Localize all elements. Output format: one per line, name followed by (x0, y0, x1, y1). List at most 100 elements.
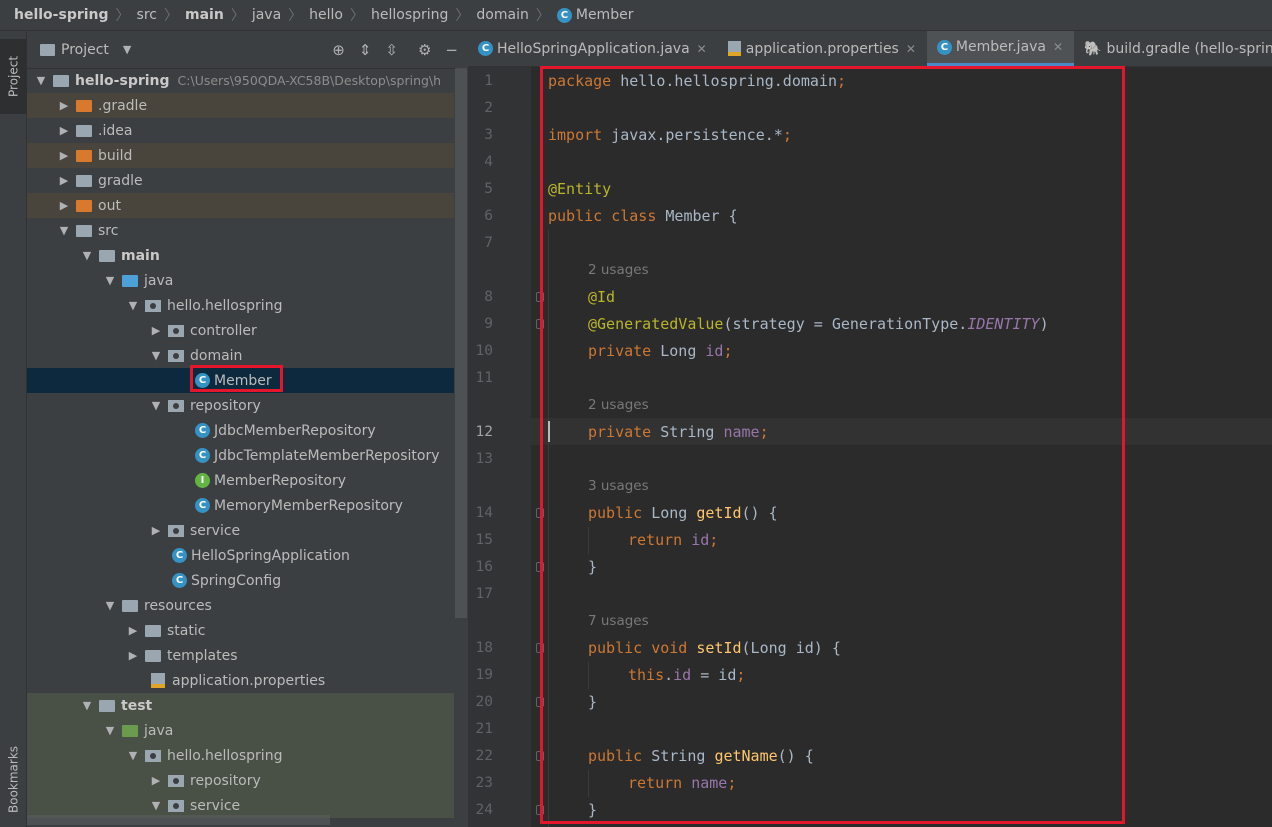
tree-item-gradle-dir[interactable]: ▶ .gradle (27, 93, 454, 118)
tree-item-static[interactable]: ▶ static (27, 618, 454, 643)
line-number[interactable]: 19 (468, 662, 493, 689)
tree-item-controller[interactable]: ▶ controller (27, 318, 454, 343)
line-number[interactable]: 1 (468, 68, 493, 95)
tree-item-jdbc-template-repo[interactable]: C JdbcTemplateMemberRepository (27, 443, 454, 468)
chevron-down-icon[interactable]: ▼ (102, 274, 118, 287)
line-number[interactable]: 20 (468, 689, 493, 716)
line-number[interactable]: 13 (468, 446, 493, 473)
line-number[interactable]: 5 (468, 176, 493, 203)
chevron-down-icon[interactable]: ▼ (102, 599, 118, 612)
project-vertical-scrollbar[interactable] (455, 68, 467, 618)
gear-icon[interactable]: ⚙ (418, 41, 431, 59)
tree-item-templates[interactable]: ▶ templates (27, 643, 454, 668)
project-tool-tab[interactable]: Project (0, 39, 27, 114)
line-number[interactable]: 6 (468, 203, 493, 230)
tree-item-resources[interactable]: ▼ resources (27, 593, 454, 618)
breadcrumb-domain[interactable]: domain (476, 7, 528, 23)
line-number[interactable]: 14 (468, 500, 493, 527)
chevron-down-icon[interactable]: ▼ (148, 349, 164, 362)
chevron-right-icon[interactable]: ▶ (125, 624, 141, 637)
line-number[interactable]: 7 (468, 230, 493, 257)
chevron-right-icon[interactable]: ▶ (56, 124, 72, 137)
tree-item-out[interactable]: ▶ out (27, 193, 454, 218)
close-icon[interactable]: ✕ (906, 42, 916, 56)
tab-application-properties[interactable]: application.properties ✕ (718, 31, 927, 66)
chevron-down-icon[interactable]: ▼ (79, 699, 95, 712)
tree-item-repository[interactable]: ▼ repository (27, 393, 454, 418)
tree-item-service[interactable]: ▶ service (27, 518, 454, 543)
line-number[interactable]: 17 (468, 581, 493, 608)
line-number[interactable]: 9 (468, 311, 493, 338)
line-number[interactable]: 4 (468, 149, 493, 176)
close-icon[interactable]: ✕ (697, 42, 707, 56)
line-number[interactable]: 11 (468, 365, 493, 392)
tree-item-hello-spring-app[interactable]: C HelloSpringApplication (27, 543, 454, 568)
close-icon[interactable]: ✕ (1053, 40, 1063, 54)
tree-item-member-repository[interactable]: I MemberRepository (27, 468, 454, 493)
tab-build-gradle[interactable]: 🐘build.gradle (hello-spring)✕ (1074, 31, 1272, 66)
chevron-right-icon[interactable]: ▶ (125, 649, 141, 662)
bookmarks-tool-tab[interactable]: Bookmarks (0, 739, 27, 819)
tree-item-test-package[interactable]: ▼ hello.hellospring (27, 743, 454, 768)
hide-icon[interactable]: − (445, 41, 458, 59)
breadcrumb-hello[interactable]: hello (309, 7, 343, 23)
chevron-right-icon[interactable]: ▶ (148, 524, 164, 537)
line-number[interactable]: 21 (468, 716, 493, 743)
tab-member-java[interactable]: C Member.java ✕ (926, 31, 1075, 66)
tree-item-app-properties[interactable]: application.properties (27, 668, 454, 693)
tree-item-spring-config[interactable]: C SpringConfig (27, 568, 454, 593)
tree-item-test-java[interactable]: ▼ java (27, 718, 454, 743)
chevron-right-icon[interactable]: ▶ (148, 774, 164, 787)
tree-item-main[interactable]: ▼ main (27, 243, 454, 268)
line-number[interactable]: 18 (468, 635, 493, 662)
tree-item-package[interactable]: ▼ hello.hellospring (27, 293, 454, 318)
tree-item-test-repository[interactable]: ▶ repository (27, 768, 454, 793)
chevron-down-icon[interactable]: ▼ (123, 43, 131, 56)
chevron-down-icon[interactable]: ▼ (125, 749, 141, 762)
project-horizontal-scrollbar[interactable] (27, 815, 330, 825)
project-view-selector[interactable]: Project (61, 42, 109, 58)
chevron-right-icon[interactable]: ▶ (56, 149, 72, 162)
tree-item-java[interactable]: ▼ java (27, 268, 454, 293)
tree-item-idea[interactable]: ▶ .idea (27, 118, 454, 143)
chevron-down-icon[interactable]: ▼ (102, 724, 118, 737)
chevron-down-icon[interactable]: ▼ (56, 224, 72, 237)
tree-root[interactable]: ▼ hello-spring C:\Users\950QDA-XC58B\Deskt… (27, 68, 454, 93)
breadcrumb-src[interactable]: src (137, 7, 157, 23)
line-number[interactable]: 23 (468, 770, 493, 797)
tree-item-memory-repo[interactable]: C MemoryMemberRepository (27, 493, 454, 518)
package-icon (168, 774, 184, 787)
chevron-down-icon[interactable]: ▼ (148, 799, 164, 812)
line-number[interactable]: 10 (468, 338, 493, 365)
line-number[interactable]: 16 (468, 554, 493, 581)
line-number[interactable]: 8 (468, 284, 493, 311)
tree-item-test[interactable]: ▼ test (27, 693, 454, 718)
tree-item-build[interactable]: ▶ build (27, 143, 454, 168)
chevron-right-icon[interactable]: ▶ (56, 174, 72, 187)
breadcrumb-java[interactable]: java (252, 7, 281, 23)
breadcrumb-project[interactable]: hello-spring (14, 7, 109, 23)
tree-item-gradle[interactable]: ▶ gradle (27, 168, 454, 193)
line-number[interactable]: 12 (468, 419, 493, 446)
breadcrumb-hellospring[interactable]: hellospring (371, 7, 448, 23)
chevron-down-icon[interactable]: ▼ (33, 74, 49, 87)
line-number[interactable]: 15 (468, 527, 493, 554)
breadcrumb-main[interactable]: main (185, 7, 224, 23)
tab-hello-spring-application[interactable]: C HelloSpringApplication.java ✕ (468, 31, 718, 66)
collapse-all-icon[interactable]: ⇳ (385, 41, 398, 59)
line-number[interactable]: 3 (468, 122, 493, 149)
line-number[interactable]: 2 (468, 95, 493, 122)
tree-item-jdbc-member-repo[interactable]: C JdbcMemberRepository (27, 418, 454, 443)
line-number[interactable]: 24 (468, 797, 493, 824)
expand-all-icon[interactable]: ⇕ (359, 41, 372, 59)
breadcrumb-member[interactable]: Member (576, 7, 634, 23)
locate-icon[interactable]: ⊕ (332, 41, 345, 59)
chevron-right-icon[interactable]: ▶ (148, 324, 164, 337)
chevron-down-icon[interactable]: ▼ (148, 399, 164, 412)
chevron-down-icon[interactable]: ▼ (125, 299, 141, 312)
tree-item-src[interactable]: ▼ src (27, 218, 454, 243)
chevron-down-icon[interactable]: ▼ (79, 249, 95, 262)
chevron-right-icon[interactable]: ▶ (56, 199, 72, 212)
chevron-right-icon[interactable]: ▶ (56, 99, 72, 112)
line-number[interactable]: 22 (468, 743, 493, 770)
